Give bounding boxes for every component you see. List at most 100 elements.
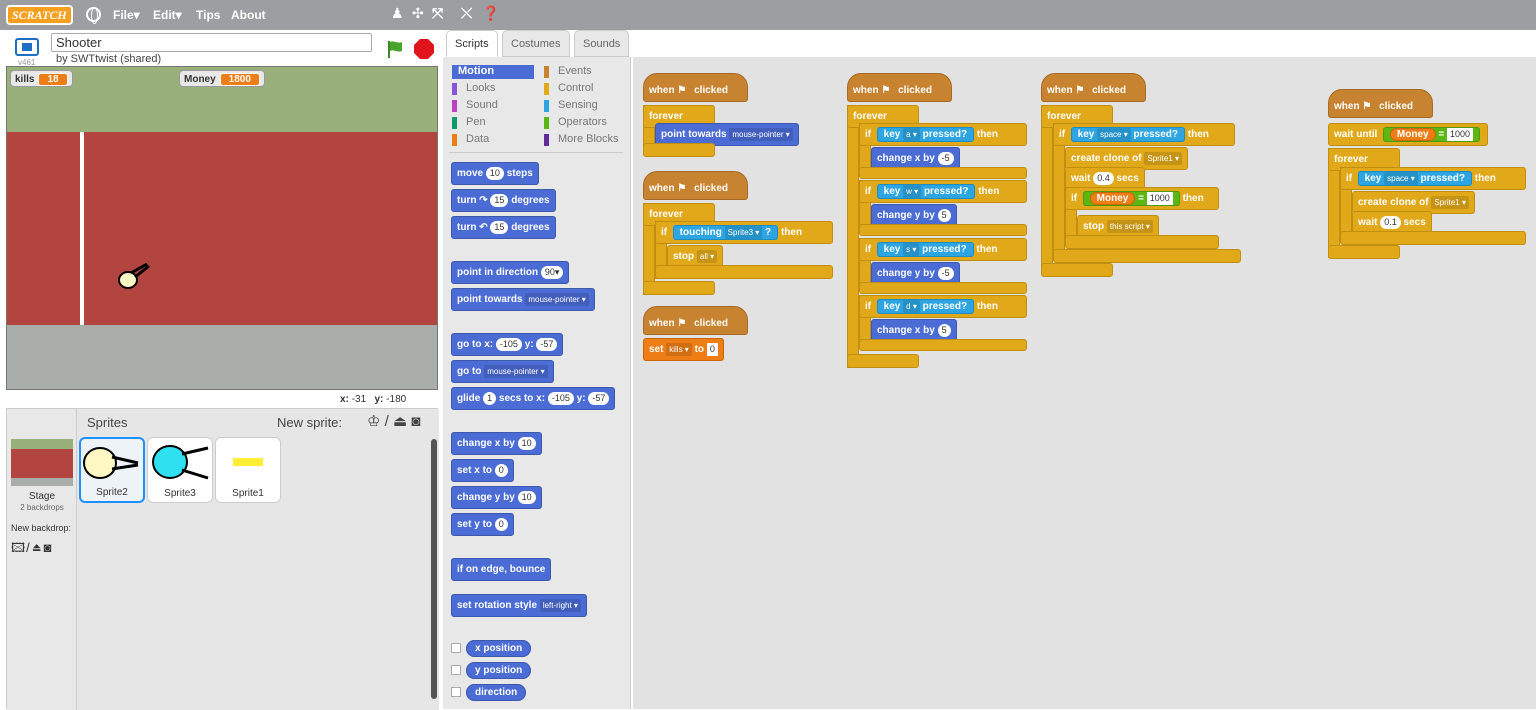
reporter-x-position[interactable]: x position bbox=[451, 640, 532, 657]
set-variable-block[interactable]: set kills ▾ to 0 bbox=[643, 338, 724, 361]
menu-bar: SCRATCH File▾ Edit▾ Tips About ♟ ✣ ⤧ ⤬ ❓ bbox=[0, 0, 1536, 30]
tab-sounds[interactable]: Sounds bbox=[574, 30, 630, 57]
category-operators[interactable]: Operators bbox=[544, 116, 607, 130]
category-sensing[interactable]: Sensing bbox=[544, 99, 598, 113]
file-menu[interactable]: File▾ bbox=[113, 8, 140, 22]
stage-column: Stage 2 backdrops New backdrop: 🖾/⏏◙ bbox=[7, 409, 77, 710]
tab-costumes[interactable]: Costumes bbox=[502, 30, 570, 57]
wait-until-block[interactable]: wait until Money = 1000 bbox=[1328, 123, 1488, 146]
touching-condition[interactable]: touching Sprite3 ▾ ? bbox=[672, 225, 779, 240]
category-events[interactable]: Events bbox=[544, 65, 592, 79]
block-set-x[interactable]: set x to 0 bbox=[451, 459, 514, 482]
category-sound[interactable]: Sound bbox=[452, 99, 498, 113]
if-key-0-block[interactable]: if key a ▾ pressed? then bbox=[859, 123, 1027, 146]
sprite-name: Sprite3 bbox=[164, 488, 196, 499]
if-key-3-block[interactable]: if key d ▾ pressed? then bbox=[859, 295, 1027, 318]
block-bounce[interactable]: if on edge, bounce bbox=[451, 558, 552, 581]
block-turn-left[interactable]: turn ↶ 15 degrees bbox=[451, 216, 556, 239]
project-author: by SWTtwist (shared) bbox=[56, 53, 162, 65]
category-data[interactable]: Data bbox=[452, 133, 489, 147]
sprite-pane: Stage 2 backdrops New backdrop: 🖾/⏏◙ Spr… bbox=[6, 408, 439, 710]
green-flag-icon[interactable] bbox=[386, 40, 404, 58]
about-menu[interactable]: About bbox=[231, 8, 266, 22]
presentation-mode-icon[interactable] bbox=[15, 38, 39, 56]
forever-arm bbox=[847, 105, 859, 368]
sprite-tile-sprite1[interactable]: Sprite1 bbox=[215, 437, 281, 503]
block-glide[interactable]: glide 1 secs to x: -105 y: -57 bbox=[451, 387, 616, 410]
player-sprite[interactable] bbox=[117, 261, 153, 291]
when-flag-clicked-hat[interactable]: when ⚑ clicked bbox=[643, 73, 748, 102]
key-pressed-condition[interactable]: key d ▾ pressed? bbox=[876, 299, 975, 314]
if-end bbox=[859, 282, 1027, 294]
forever-end bbox=[1041, 263, 1113, 277]
sprite-tile-sprite2[interactable]: Sprite2 bbox=[79, 437, 145, 503]
when-flag-clicked-hat[interactable]: when ⚑ clicked bbox=[847, 73, 952, 102]
block-turn-right[interactable]: turn ↷ 15 degrees bbox=[451, 189, 556, 212]
key-pressed-condition[interactable]: key space ▾ pressed? bbox=[1070, 127, 1185, 142]
monitor-value: 18 bbox=[38, 73, 68, 86]
sprite-name: Sprite2 bbox=[96, 487, 128, 498]
if-touching-block[interactable]: if touching Sprite3 ▾ ? then bbox=[655, 221, 833, 244]
tab-scripts[interactable]: Scripts bbox=[446, 30, 498, 57]
if-money-block[interactable]: if Money = 1000 then bbox=[1065, 187, 1219, 210]
reporter-direction[interactable]: direction bbox=[451, 684, 527, 701]
when-flag-clicked-hat[interactable]: when ⚑ clicked bbox=[643, 171, 748, 200]
block-go-to[interactable]: go to mouse-pointer ▾ bbox=[451, 360, 554, 383]
new-backdrop-label: New backdrop: bbox=[11, 523, 72, 533]
if-key-space-block[interactable]: if key space ▾ pressed? then bbox=[1340, 167, 1526, 190]
category-control[interactable]: Control bbox=[544, 82, 593, 96]
tips-menu[interactable]: Tips bbox=[196, 8, 220, 22]
scripts-canvas[interactable]: when ⚑ clicked forever point towards mou… bbox=[633, 57, 1536, 709]
edit-menu[interactable]: Edit▾ bbox=[153, 8, 182, 22]
sprite-list-scrollbar[interactable] bbox=[431, 439, 437, 699]
reporter-y-position[interactable]: y position bbox=[451, 662, 532, 679]
stop-sign-icon[interactable] bbox=[414, 39, 434, 59]
money-monitor[interactable]: Money 1800 bbox=[179, 70, 265, 87]
if-key-2-block[interactable]: if key s ▾ pressed? then bbox=[859, 238, 1027, 261]
if-key-1-block[interactable]: if key w ▾ pressed? then bbox=[859, 180, 1027, 203]
key-pressed-condition[interactable]: key a ▾ pressed? bbox=[876, 127, 975, 142]
language-globe-icon[interactable] bbox=[86, 7, 101, 24]
stage-canvas[interactable]: kills 18 Money 1800 bbox=[6, 66, 438, 390]
when-flag-clicked-hat[interactable]: when ⚑ clicked bbox=[643, 306, 748, 335]
equals-operator[interactable]: Money = 1000 bbox=[1082, 191, 1180, 206]
block-move[interactable]: move 10 steps bbox=[451, 162, 539, 185]
kills-monitor[interactable]: kills 18 bbox=[10, 70, 73, 87]
block-rotation-style[interactable]: set rotation style left-right ▾ bbox=[451, 594, 587, 617]
delete-tool-icon[interactable]: ✣ bbox=[412, 6, 424, 22]
when-flag-clicked-hat[interactable]: when ⚑ clicked bbox=[1328, 89, 1433, 118]
new-backdrop-tools[interactable]: 🖾/⏏◙ bbox=[11, 539, 52, 561]
key-pressed-condition[interactable]: key space ▾ pressed? bbox=[1357, 171, 1472, 186]
if-key-space-block[interactable]: if key space ▾ pressed? then bbox=[1053, 123, 1235, 146]
category-looks[interactable]: Looks bbox=[452, 82, 495, 96]
help-tool-icon[interactable]: ❓ bbox=[482, 6, 499, 22]
when-flag-clicked-hat[interactable]: when ⚑ clicked bbox=[1041, 73, 1146, 102]
block-point-direction[interactable]: point in direction 90▾ bbox=[451, 261, 570, 284]
duplicate-tool-icon[interactable]: ♟ bbox=[391, 6, 404, 22]
key-pressed-condition[interactable]: key w ▾ pressed? bbox=[876, 184, 976, 199]
project-title-input[interactable]: Shooter bbox=[51, 33, 372, 52]
scratch-logo[interactable]: SCRATCH bbox=[6, 5, 73, 25]
stage-thumbnail[interactable] bbox=[11, 439, 73, 486]
category-motion[interactable]: Motion bbox=[452, 65, 534, 79]
block-palette: Motion Looks Sound Pen Data Events Contr… bbox=[443, 57, 631, 709]
equals-operator[interactable]: Money = 1000 bbox=[1382, 127, 1481, 142]
category-more-blocks[interactable]: More Blocks bbox=[544, 133, 619, 147]
if-end bbox=[859, 339, 1027, 351]
stage-label: Stage bbox=[28, 491, 56, 502]
forever-end bbox=[643, 143, 715, 157]
sprites-title: Sprites bbox=[87, 415, 128, 430]
category-pen[interactable]: Pen bbox=[452, 116, 486, 130]
block-change-x[interactable]: change x by 10 bbox=[451, 432, 542, 455]
sprite-tile-sprite3[interactable]: Sprite3 bbox=[147, 437, 213, 503]
block-set-y[interactable]: set y to 0 bbox=[451, 513, 514, 536]
shrink-tool-icon[interactable]: ⤬ bbox=[461, 6, 472, 22]
key-pressed-condition[interactable]: key s ▾ pressed? bbox=[876, 242, 974, 257]
block-go-to-xy[interactable]: go to x: -105 y: -57 bbox=[451, 333, 564, 356]
block-change-y[interactable]: change y by 10 bbox=[451, 486, 542, 509]
grow-tool-icon[interactable]: ⤧ bbox=[432, 6, 443, 22]
court-line bbox=[80, 132, 84, 325]
block-point-towards[interactable]: point towards mouse-pointer ▾ bbox=[451, 288, 595, 311]
sprite-name: Sprite1 bbox=[232, 488, 264, 499]
new-sprite-tools[interactable]: ♔ / ⏏ ◙ bbox=[367, 412, 420, 430]
